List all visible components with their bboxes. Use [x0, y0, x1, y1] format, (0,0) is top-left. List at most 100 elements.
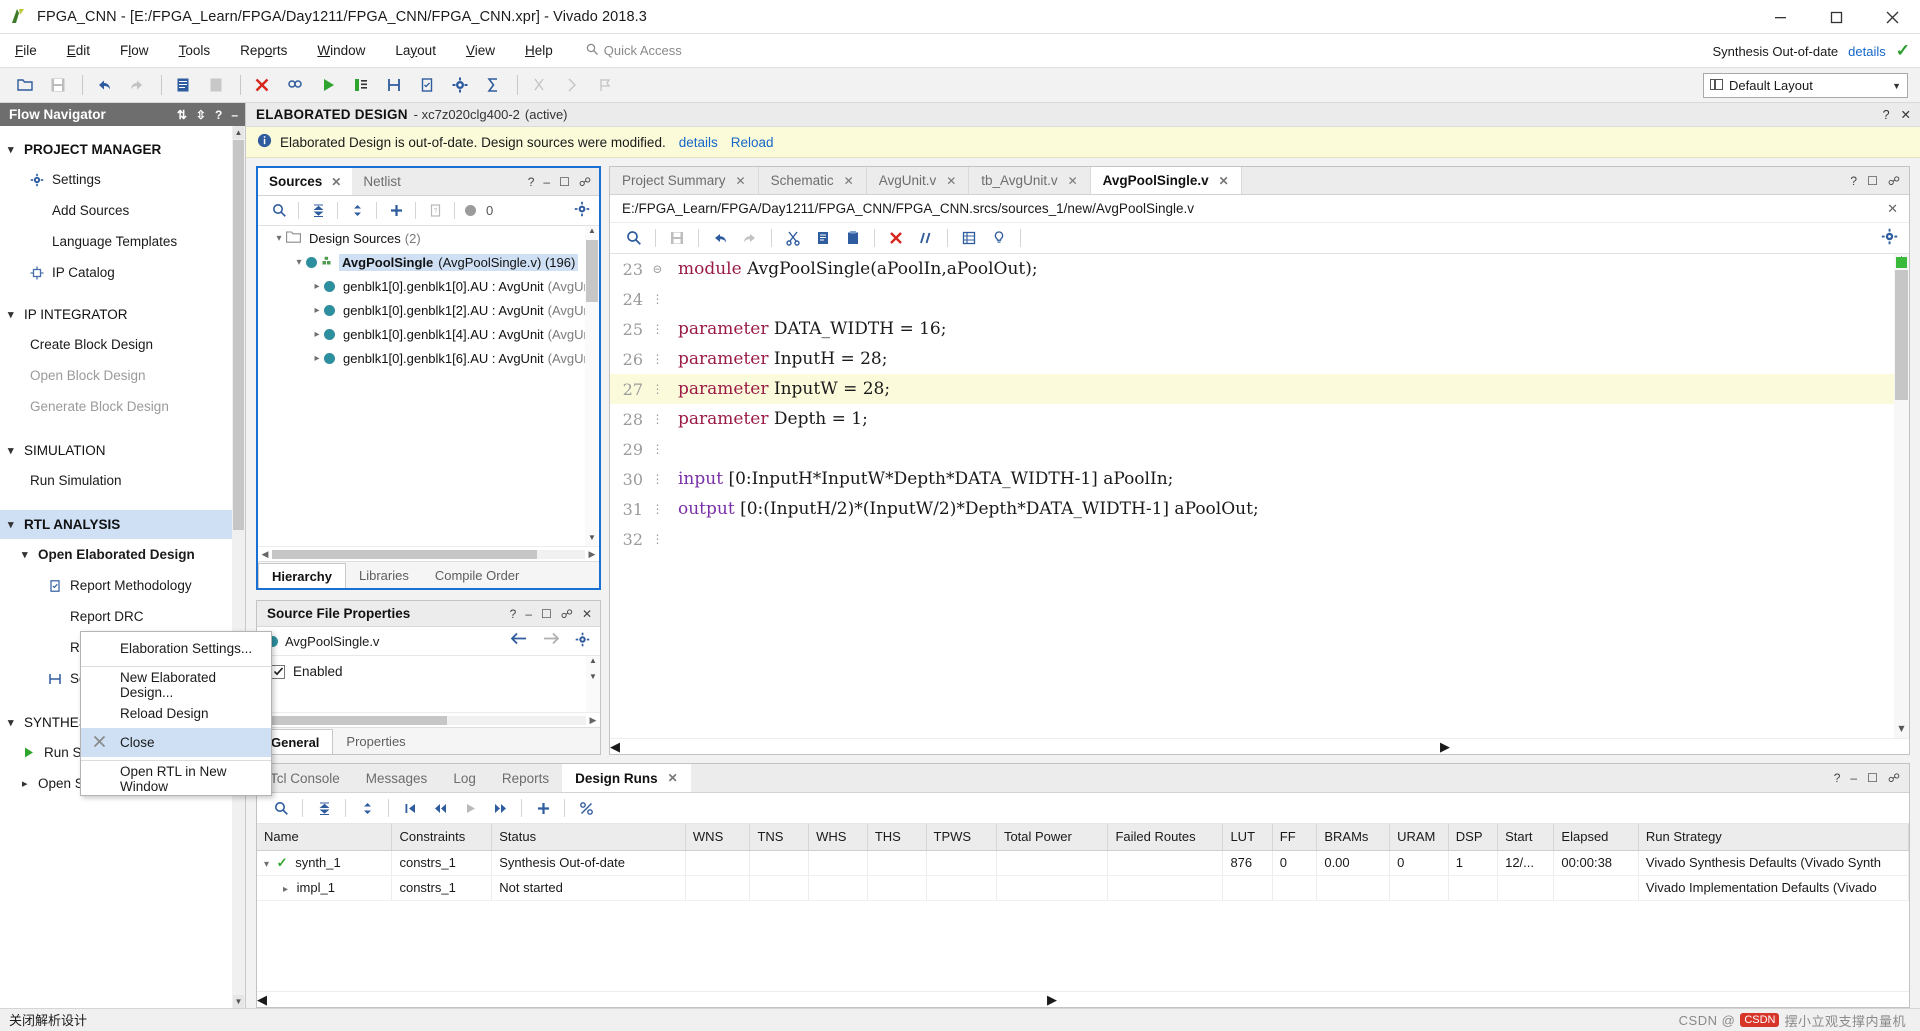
close-icon[interactable]: ✕ [844, 174, 854, 188]
warning-details-link[interactable]: details [679, 135, 718, 150]
status-details-link[interactable]: details [1848, 44, 1886, 59]
scroll-track[interactable] [272, 549, 585, 559]
help-icon[interactable]: ? [510, 607, 517, 621]
play-icon[interactable] [456, 796, 484, 821]
tab-log[interactable]: Log [440, 764, 489, 792]
column-header-wns[interactable]: WNS [685, 824, 751, 851]
paste-icon[interactable] [201, 71, 231, 99]
scroll-right-arrow-icon[interactable]: ▶ [1440, 739, 1450, 755]
close-icon[interactable]: ✕ [1901, 107, 1911, 122]
percent-icon[interactable] [572, 796, 600, 821]
code-line[interactable]: 25 ⋮ parameter DATA_WIDTH = 16; [610, 314, 1909, 344]
chevron-down-icon[interactable]: ▾ [264, 859, 269, 870]
column-header-elapsed[interactable]: Elapsed [1553, 824, 1639, 851]
sigma-icon[interactable] [478, 71, 508, 99]
maximize-icon[interactable]: ☐ [1867, 771, 1878, 785]
close-icon[interactable]: ✕ [1887, 201, 1909, 217]
minimize-panel-icon[interactable]: – [231, 108, 238, 122]
menu-flow[interactable]: Flow [105, 34, 164, 68]
code-line[interactable]: 29 ⋮ [610, 434, 1909, 464]
sources-tree[interactable]: ▾ Design Sources (2) ▾ AvgPoolSingle (Av… [258, 226, 599, 546]
tab-compile-order[interactable]: Compile Order [422, 562, 533, 588]
chevron-right-icon[interactable]: ▸ [310, 353, 324, 364]
run-name-cell[interactable]: ▸ impl_1 [257, 875, 393, 901]
tab-tb-avgunit-v[interactable]: tb_AvgUnit.v ✕ [969, 167, 1091, 194]
tree-row-avgpoolsingle[interactable]: ▾ AvgPoolSingle (AvgPoolSingle.v) (196) [258, 250, 599, 274]
menu-tools[interactable]: Tools [164, 34, 226, 68]
sidebar-section-project-manager[interactable]: ▾ PROJECT MANAGER [0, 135, 245, 164]
close-icon[interactable]: ✕ [331, 175, 341, 189]
context-menu-item-reload-design[interactable]: Reload Design [81, 699, 271, 728]
scroll-right-arrow-icon[interactable]: ▶ [1047, 992, 1057, 1008]
menu-help[interactable]: Help [510, 34, 568, 68]
float-icon[interactable]: ☍ [561, 607, 573, 621]
help-icon[interactable]: ? [528, 175, 535, 189]
scroll-right-arrow-icon[interactable]: ▶ [585, 549, 599, 560]
column-header-failed-routes[interactable]: Failed Routes [1107, 824, 1224, 851]
context-menu-item-new-elaborated-design[interactable]: New Elaborated Design... [81, 670, 271, 700]
column-header-ff[interactable]: FF [1272, 824, 1318, 851]
scroll-thumb[interactable] [1895, 270, 1908, 400]
code-area[interactable]: 23 ⊝ module AvgPoolSingle(aPoolIn,aPoolO… [610, 254, 1909, 738]
gear-icon[interactable] [445, 71, 475, 99]
tree-vertical-scrollbar[interactable]: ▲ ▼ [585, 226, 599, 546]
maximize-icon[interactable]: ☐ [559, 175, 570, 189]
sidebar-section-simulation[interactable]: ▾ SIMULATION [0, 436, 245, 465]
close-button[interactable] [1864, 0, 1920, 34]
search-icon[interactable] [266, 199, 292, 223]
code-line[interactable]: 31 ⋮ output [0:(InputH/2)*(InputW/2)*Dep… [610, 494, 1909, 524]
implement-icon[interactable] [379, 71, 409, 99]
copy-icon[interactable] [168, 71, 198, 99]
code-line[interactable]: 32 ⋮ [610, 524, 1909, 554]
help-icon[interactable]: ? [1850, 174, 1857, 188]
scroll-down-arrow-icon[interactable]: ▼ [233, 995, 244, 1008]
forward-arrow-icon[interactable] [543, 632, 560, 650]
code-line[interactable]: 26 ⋮ parameter InputH = 28; [610, 344, 1909, 374]
sidebar-section-ip-integrator[interactable]: ▾ IP INTEGRATOR [0, 300, 245, 329]
minimize-icon[interactable]: – [525, 607, 532, 621]
save-icon[interactable] [43, 71, 73, 99]
maximize-icon[interactable]: ☐ [1867, 174, 1878, 188]
maximize-button[interactable] [1808, 0, 1864, 34]
sidebar-item-run-simulation[interactable]: Run Simulation [0, 465, 245, 496]
sidebar-item-language-templates[interactable]: Language Templates [0, 226, 245, 257]
scroll-thumb[interactable] [586, 240, 598, 302]
scroll-down-arrow-icon[interactable]: ▼ [587, 672, 599, 685]
scroll-right-arrow-icon[interactable]: ▶ [586, 715, 600, 726]
tree-row-genblk2[interactable]: ▸ genblk1[0].genblk1[2].AU : AvgUnit (Av… [258, 298, 599, 322]
search-icon[interactable] [620, 226, 648, 251]
scroll-up-arrow-icon[interactable]: ▲ [586, 226, 598, 239]
sidebar-item-ip-catalog[interactable]: IP Catalog [0, 257, 245, 288]
column-header-start[interactable]: Start [1497, 824, 1555, 851]
sidebar-item-add-sources[interactable]: Add Sources [0, 195, 245, 226]
close-icon[interactable]: ✕ [582, 607, 592, 621]
run-name-cell[interactable]: ▾ ✓ synth_1 [257, 850, 393, 876]
open-project-icon[interactable] [10, 71, 40, 99]
design-runs-horizontal-scrollbar[interactable]: ◀ ▶ [257, 991, 1909, 1007]
menu-file[interactable]: File [0, 34, 52, 68]
save-icon[interactable] [663, 226, 691, 251]
column-header-ths[interactable]: THS [867, 824, 927, 851]
tree-row-genblk4[interactable]: ▸ genblk1[0].genblk1[4].AU : AvgUnit (Av… [258, 322, 599, 346]
expand-all-icon[interactable] [344, 199, 370, 223]
menu-layout[interactable]: Layout [380, 34, 451, 68]
tab-sources[interactable]: Sources ✕ [258, 168, 353, 195]
menu-edit[interactable]: Edit [52, 34, 105, 68]
sidebar-item-report-methodology[interactable]: Report Methodology [0, 570, 245, 601]
column-header-run-strategy[interactable]: Run Strategy [1638, 824, 1910, 851]
scroll-up-arrow-icon[interactable]: ▲ [233, 126, 244, 139]
copy-icon[interactable] [809, 226, 837, 251]
indent-icon[interactable] [955, 226, 983, 251]
layout-selector[interactable]: Default Layout ▼ [1703, 73, 1908, 98]
context-menu-item-open-rtl-new-window[interactable]: Open RTL in New Window [81, 764, 271, 794]
expand-all-icon[interactable]: ⇳ [196, 108, 206, 122]
back-arrow-icon[interactable] [510, 632, 527, 650]
menu-window[interactable]: Window [302, 34, 380, 68]
code-line-current[interactable]: 27 ⋮ parameter InputW = 28; [610, 374, 1909, 404]
chevron-right-icon[interactable]: ▸ [310, 281, 324, 292]
close-icon[interactable]: ✕ [946, 174, 956, 188]
scroll-track[interactable] [257, 715, 586, 725]
help-icon[interactable]: ? [1834, 771, 1841, 785]
paste-icon[interactable] [839, 226, 867, 251]
quick-access-input[interactable]: Quick Access [586, 40, 736, 62]
